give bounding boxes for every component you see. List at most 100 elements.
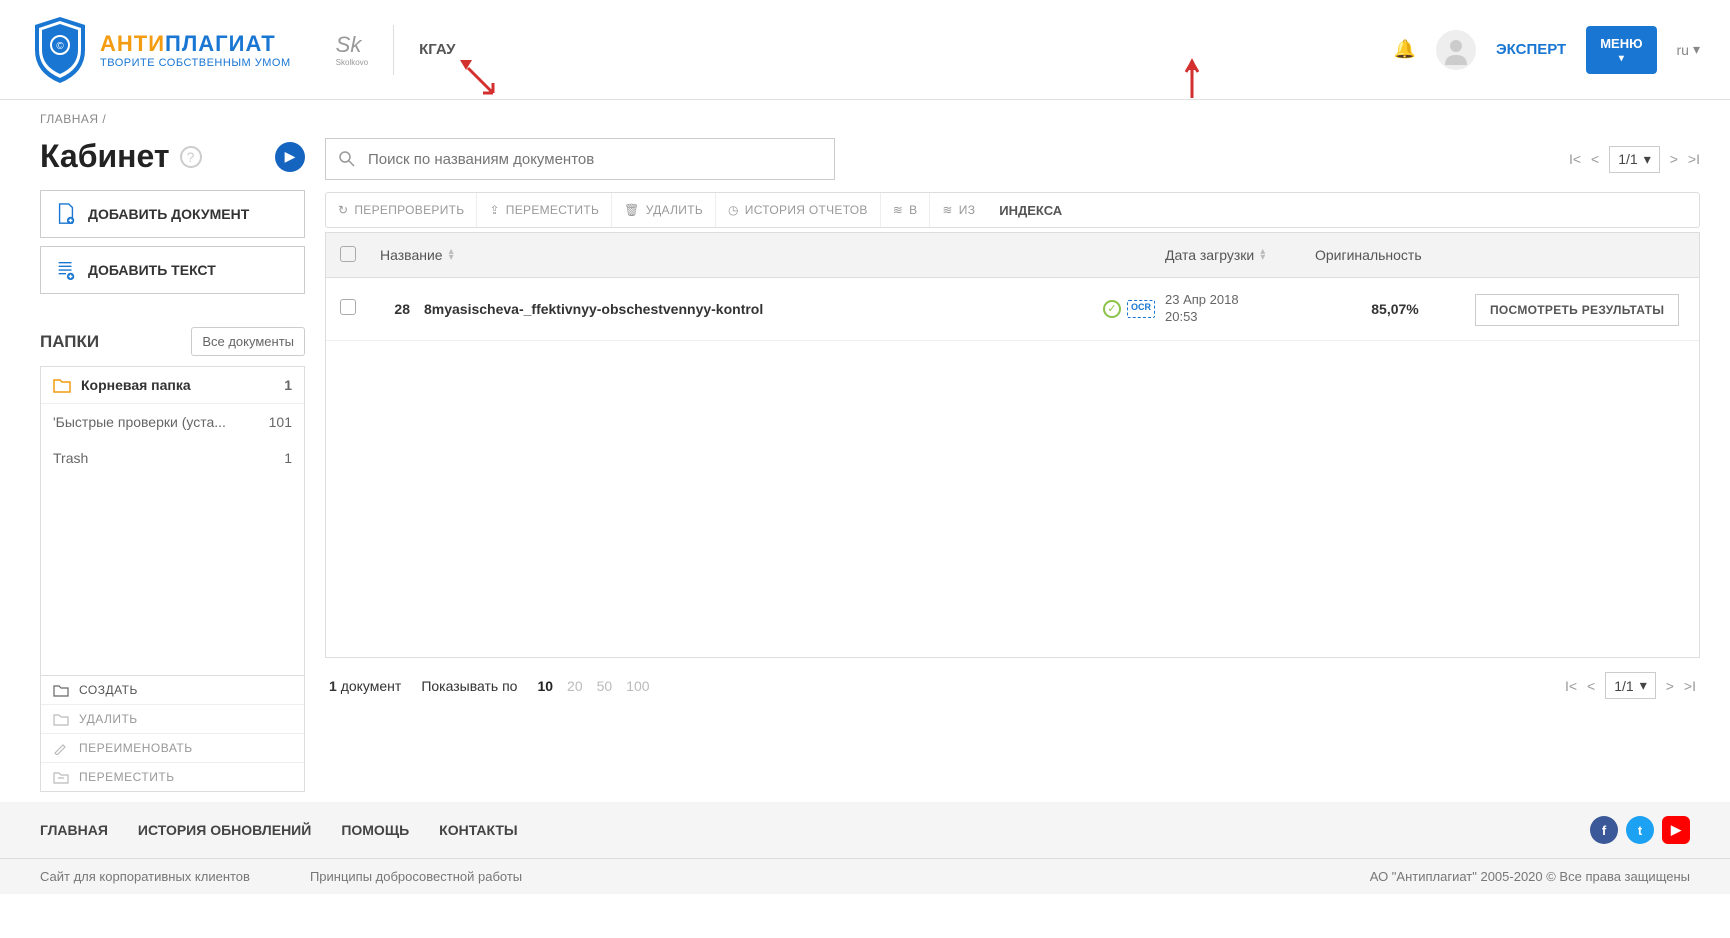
table-header: Название▴▾ Дата загрузки▴▾ Оригинальност… <box>325 232 1700 278</box>
pager-bottom: I< < 1/1 ▾ > >I <box>1565 672 1696 699</box>
facebook-icon[interactable]: f <box>1590 816 1618 844</box>
breadcrumb-home[interactable]: ГЛАВНАЯ / <box>40 112 106 126</box>
footer-corp-link[interactable]: Сайт для корпоративных клиентов <box>40 869 250 884</box>
prev-page-icon[interactable]: < <box>1587 678 1595 694</box>
rename-folder-button[interactable]: ПЕРЕИМЕНОВАТЬ <box>41 734 304 763</box>
select-all-checkbox[interactable] <box>340 246 356 262</box>
folder-root[interactable]: Корневая папка 1 <box>41 367 304 404</box>
delete-folder-button[interactable]: УДАЛИТЬ <box>41 705 304 734</box>
footer-link-history[interactable]: ИСТОРИЯ ОБНОВЛЕНИЙ <box>138 822 311 838</box>
row-number: 28 <box>380 301 410 317</box>
folders-tree: Корневая папка 1 'Быстрые проверки (уста… <box>40 366 305 676</box>
upload-date: 23 Апр 2018 20:53 <box>1165 292 1315 326</box>
twitter-icon[interactable]: t <box>1626 816 1654 844</box>
divider <box>393 25 394 75</box>
avatar[interactable] <box>1436 30 1476 70</box>
column-name[interactable]: Название▴▾ <box>380 247 1165 263</box>
column-date[interactable]: Дата загрузки▴▾ <box>1165 247 1315 263</box>
search-icon <box>338 150 356 168</box>
logo[interactable]: © АНТИПЛАГИАТ ТВОРИТЕ СОБСТВЕННЫМ УМОМ S… <box>30 15 368 85</box>
footer-link-help[interactable]: ПОМОЩЬ <box>341 822 409 838</box>
page-size-10[interactable]: 10 <box>537 678 553 694</box>
footer-link-home[interactable]: ГЛАВНАЯ <box>40 822 108 838</box>
page-size-label: Показывать по <box>421 678 517 694</box>
search-input[interactable] <box>368 151 822 168</box>
brand-subtitle: ТВОРИТЕ СОБСТВЕННЫМ УМОМ <box>100 57 291 69</box>
chevron-down-icon: ▾ <box>1644 151 1651 168</box>
stack-icon: ≋ <box>893 203 903 217</box>
folder-item[interactable]: Trash 1 <box>41 440 304 476</box>
delete-button[interactable]: 🗑УДАЛИТЬ <box>612 193 716 227</box>
page-indicator[interactable]: 1/1 ▾ <box>1609 146 1660 173</box>
clock-icon: ◷ <box>728 203 739 217</box>
footer-principles-link[interactable]: Принципы добросовестной работы <box>310 869 522 884</box>
language-selector[interactable]: ru ▾ <box>1677 41 1700 58</box>
prev-page-icon[interactable]: < <box>1591 151 1599 167</box>
menu-button[interactable]: МЕНЮ▾ <box>1586 26 1656 74</box>
all-documents-button[interactable]: Все документы <box>191 327 305 356</box>
youtube-icon[interactable]: ▶ <box>1662 816 1690 844</box>
recheck-button[interactable]: ↻ПЕРЕПРОВЕРИТЬ <box>326 193 477 227</box>
move-icon <box>53 770 69 784</box>
page-size-50[interactable]: 50 <box>597 678 613 694</box>
document-name: 8myasischeva-_ffektivnyy-obschestvennyy-… <box>424 301 763 317</box>
page-indicator[interactable]: 1/1 ▾ <box>1605 672 1656 699</box>
checked-icon: ✓ <box>1103 300 1121 318</box>
svg-text:©: © <box>56 41 64 52</box>
ocr-icon: OCR <box>1127 300 1155 318</box>
search-box <box>325 138 835 180</box>
last-page-icon[interactable]: >I <box>1688 151 1700 167</box>
refresh-icon: ↻ <box>338 203 348 217</box>
notifications-icon[interactable]: 🔔 <box>1394 39 1416 60</box>
folder-item[interactable]: 'Быстрые проверки (уста... 101 <box>41 404 304 440</box>
originality-value: 85,07% <box>1315 301 1475 317</box>
row-checkbox[interactable] <box>340 299 356 315</box>
index-in-button[interactable]: ≋В <box>881 193 931 227</box>
page-title: Кабинет <box>40 138 170 175</box>
page-size-selector: 10 20 50 100 <box>537 678 649 694</box>
user-icon <box>1441 35 1471 65</box>
history-button[interactable]: ◷ИСТОРИЯ ОТЧЕТОВ <box>716 193 881 227</box>
table-row[interactable]: 28 8myasischeva-_ffektivnyy-obschestvenn… <box>326 278 1699 341</box>
export-icon: ⇪ <box>489 203 499 217</box>
footer-link-contacts[interactable]: КОНТАКТЫ <box>439 822 517 838</box>
move-button[interactable]: ⇪ПЕРЕМЕСТИТЬ <box>477 193 612 227</box>
shield-icon: © <box>30 15 90 85</box>
help-icon[interactable]: ? <box>180 146 202 168</box>
column-originality: Оригинальность <box>1315 247 1475 263</box>
page-size-100[interactable]: 100 <box>626 678 649 694</box>
sk-logo: SkSkolkovo <box>336 32 368 67</box>
view-results-button[interactable]: ПОСМОТРЕТЬ РЕЗУЛЬТАТЫ <box>1475 294 1679 326</box>
annotation-arrow-icon <box>1182 58 1202 98</box>
footer: ГЛАВНАЯ ИСТОРИЯ ОБНОВЛЕНИЙ ПОМОЩЬ КОНТАК… <box>0 802 1730 894</box>
sort-icon: ▴▾ <box>1260 249 1265 261</box>
next-page-icon[interactable]: > <box>1670 151 1678 167</box>
sidebar: Кабинет ? ▶ ДОБАВИТЬ ДОКУМЕНТ ДОБАВИТЬ Т… <box>10 138 305 792</box>
folder-toolbar: СОЗДАТЬ УДАЛИТЬ ПЕРЕИМЕНОВАТЬ ПЕРЕМЕСТИТ… <box>40 676 305 792</box>
add-text-button[interactable]: ДОБАВИТЬ ТЕКСТ <box>40 246 305 294</box>
create-folder-button[interactable]: СОЗДАТЬ <box>41 676 304 705</box>
main-content: I< < 1/1 ▾ > >I ↻ПЕРЕПРОВЕРИТЬ ⇪ПЕРЕМЕСТ… <box>325 138 1720 792</box>
page-size-20[interactable]: 20 <box>567 678 583 694</box>
last-page-icon[interactable]: >I <box>1684 678 1696 694</box>
play-button[interactable]: ▶ <box>275 142 305 172</box>
index-out-button[interactable]: ≋ИЗ <box>930 193 987 227</box>
sort-icon: ▴▾ <box>449 249 454 261</box>
add-document-button[interactable]: ДОБАВИТЬ ДОКУМЕНТ <box>40 190 305 238</box>
first-page-icon[interactable]: I< <box>1569 151 1581 167</box>
brand-title: АНТИПЛАГИАТ <box>100 31 291 57</box>
move-folder-button[interactable]: ПЕРЕМЕСТИТЬ <box>41 763 304 791</box>
annotation-arrow-icon <box>458 58 498 98</box>
breadcrumb: ГЛАВНАЯ / <box>0 100 1730 138</box>
trash-icon: 🗑 <box>624 203 640 217</box>
stack-icon: ≋ <box>942 203 952 217</box>
user-role: ЭКСПЕРТ <box>1496 41 1566 58</box>
folders-heading: ПАПКИ <box>40 332 99 352</box>
text-plus-icon <box>56 259 76 281</box>
app-header: © АНТИПЛАГИАТ ТВОРИТЕ СОБСТВЕННЫМ УМОМ S… <box>0 0 1730 100</box>
first-page-icon[interactable]: I< <box>1565 678 1577 694</box>
next-page-icon[interactable]: > <box>1666 678 1674 694</box>
document-count: 1 документ <box>329 678 401 694</box>
index-label: ИНДЕКСА <box>999 203 1062 218</box>
folder-minus-icon <box>53 712 69 726</box>
